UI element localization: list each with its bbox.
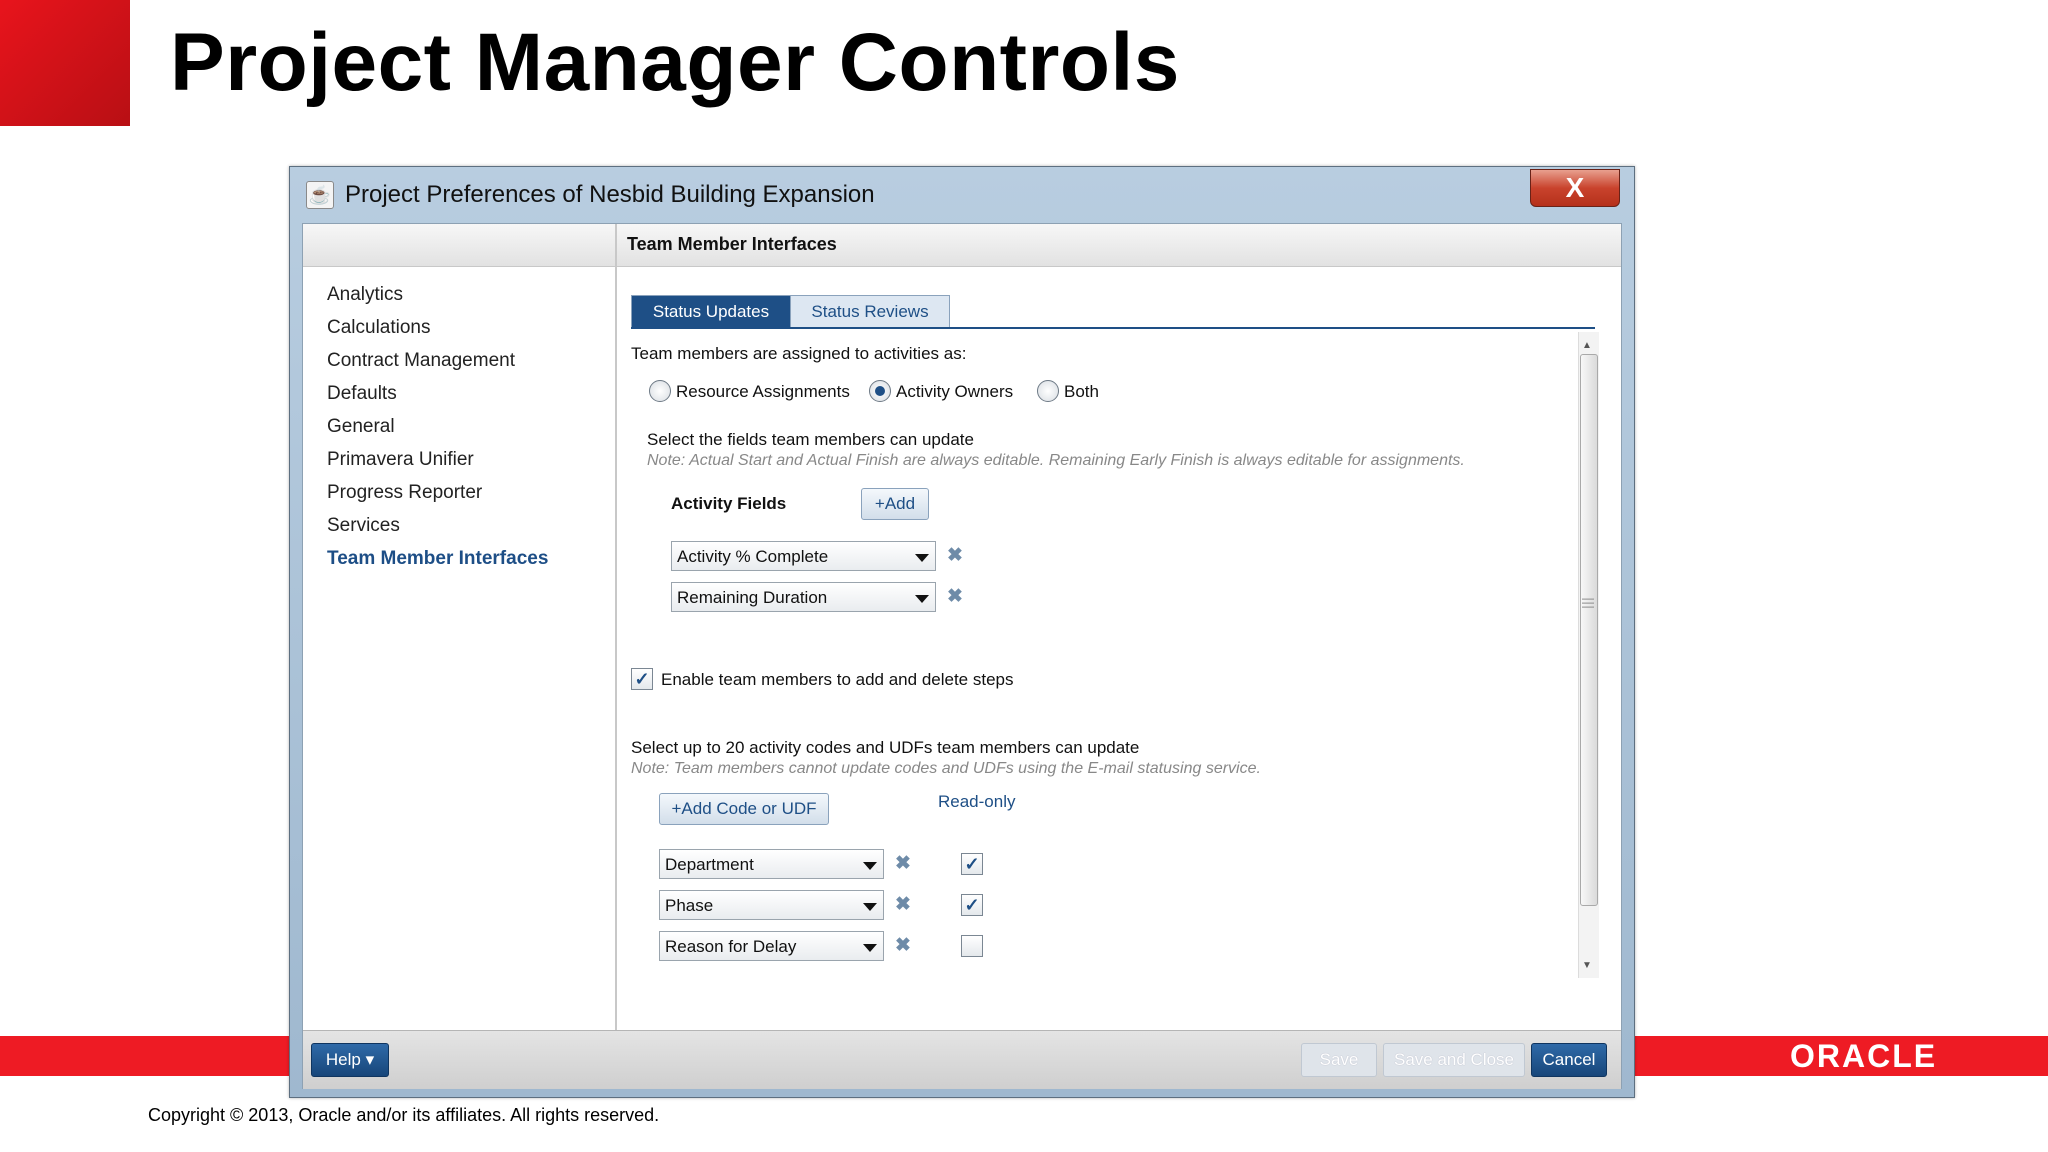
chevron-down-icon <box>863 862 877 870</box>
code-select[interactable]: Phase <box>659 890 884 920</box>
copyright-text: Copyright © 2013, Oracle and/or its affi… <box>148 1105 660 1125</box>
read-only-checkbox[interactable]: ✓ <box>961 853 983 875</box>
nav-item-analytics[interactable]: Analytics <box>327 284 403 306</box>
steps-checkbox-label[interactable]: Enable team members to add and delete st… <box>661 670 1014 690</box>
dialog-footer: Help ▾ Save Save and Close Cancel <box>303 1030 1621 1089</box>
nav-item-calculations[interactable]: Calculations <box>327 317 431 339</box>
close-button[interactable]: X <box>1530 169 1620 207</box>
chevron-down-icon <box>863 903 877 911</box>
codes-label: Select up to 20 activity codes and UDFs … <box>631 738 1140 757</box>
activity-field-select[interactable]: Activity % Complete <box>671 541 936 571</box>
read-only-checkbox[interactable] <box>961 935 983 957</box>
code-value: Department <box>665 855 754 874</box>
slide-title: Project Manager Controls <box>170 17 1180 108</box>
project-preferences-dialog: ☕ Project Preferences of Nesbid Building… <box>289 166 1635 1098</box>
scroll-down-icon[interactable]: ▼ <box>1582 960 1592 971</box>
read-only-checkbox[interactable]: ✓ <box>961 894 983 916</box>
tab-status-updates[interactable]: Status Updates <box>631 295 791 328</box>
nav-item-primavera-unifier[interactable]: Primavera Unifier <box>327 449 474 471</box>
activity-field-value: Activity % Complete <box>677 547 829 566</box>
grip-icon: ― ― ― <box>1582 591 1594 613</box>
chevron-down-icon <box>915 595 929 603</box>
add-code-or-udf-button[interactable]: +Add Code or UDF <box>659 793 829 825</box>
tab-underline <box>631 327 1595 329</box>
code-value: Phase <box>665 896 714 915</box>
radio-resource-assignments[interactable] <box>649 380 671 402</box>
nav-item-general[interactable]: General <box>327 416 395 438</box>
code-select[interactable]: Department <box>659 849 884 879</box>
activity-field-select[interactable]: Remaining Duration <box>671 582 936 612</box>
pane-title: Team Member Interfaces <box>627 234 837 254</box>
nav-item-defaults[interactable]: Defaults <box>327 383 397 405</box>
radio-both-label[interactable]: Both <box>1064 382 1099 402</box>
pane-header: Team Member Interfaces <box>617 224 1621 267</box>
code-value: Reason for Delay <box>665 937 797 956</box>
slide-red-block <box>0 0 130 126</box>
save-button[interactable]: Save <box>1301 1043 1377 1077</box>
fields-note: Note: Actual Start and Actual Finish are… <box>647 452 1465 469</box>
chevron-down-icon <box>863 944 877 952</box>
nav-item-contract-management[interactable]: Contract Management <box>327 350 515 372</box>
dialog-client-area: Analytics Calculations Contract Manageme… <box>302 223 1622 1089</box>
tab-status-reviews[interactable]: Status Reviews <box>790 295 950 328</box>
status-updates-content: Team members are assigned to activities … <box>631 330 1595 978</box>
nav-header <box>303 224 615 267</box>
help-button[interactable]: Help ▾ <box>311 1043 389 1077</box>
window-title: Project Preferences of Nesbid Building E… <box>345 181 875 208</box>
nav-item-services[interactable]: Services <box>327 515 400 537</box>
scroll-thumb[interactable] <box>1580 354 1598 906</box>
remove-icon[interactable]: ✖ <box>895 852 911 875</box>
cancel-button[interactable]: Cancel <box>1531 1043 1607 1077</box>
preferences-nav: Analytics Calculations Contract Manageme… <box>303 224 617 1030</box>
window-titlebar[interactable]: ☕ Project Preferences of Nesbid Building… <box>290 167 1634 223</box>
nav-item-team-member-interfaces[interactable]: Team Member Interfaces <box>327 548 548 570</box>
remove-icon[interactable]: ✖ <box>947 544 963 567</box>
content-scrollbar[interactable]: ▲ ― ― ― ▼ <box>1578 332 1599 978</box>
activity-fields-label: Activity Fields <box>671 494 787 513</box>
steps-checkbox[interactable]: ✓ <box>631 668 653 690</box>
remove-icon[interactable]: ✖ <box>947 585 963 608</box>
save-and-close-button[interactable]: Save and Close <box>1383 1043 1525 1077</box>
read-only-header: Read-only <box>938 792 1016 811</box>
code-select[interactable]: Reason for Delay <box>659 931 884 961</box>
settings-pane: Team Member Interfaces Status Updates St… <box>617 224 1621 1030</box>
radio-both[interactable] <box>1037 380 1059 402</box>
java-app-icon: ☕ <box>306 181 334 209</box>
activity-field-value: Remaining Duration <box>677 588 828 607</box>
nav-item-progress-reporter[interactable]: Progress Reporter <box>327 482 482 504</box>
fields-label: Select the fields team members can updat… <box>647 430 974 449</box>
chevron-down-icon <box>915 554 929 562</box>
radio-activity-owners-label[interactable]: Activity Owners <box>896 382 1013 402</box>
codes-note: Note: Team members cannot update codes a… <box>631 760 1261 777</box>
remove-icon[interactable]: ✖ <box>895 934 911 957</box>
oracle-logo: ORACLE <box>1790 1038 1938 1074</box>
help-button-label: Help <box>325 1050 361 1069</box>
radio-resource-assignments-label[interactable]: Resource Assignments <box>676 382 850 402</box>
radio-activity-owners[interactable] <box>869 380 891 402</box>
assign-label: Team members are assigned to activities … <box>631 344 967 363</box>
caret-down-icon: ▾ <box>365 1050 375 1069</box>
scroll-up-icon[interactable]: ▲ <box>1582 340 1592 351</box>
add-activity-field-button[interactable]: +Add <box>861 488 929 520</box>
remove-icon[interactable]: ✖ <box>895 893 911 916</box>
